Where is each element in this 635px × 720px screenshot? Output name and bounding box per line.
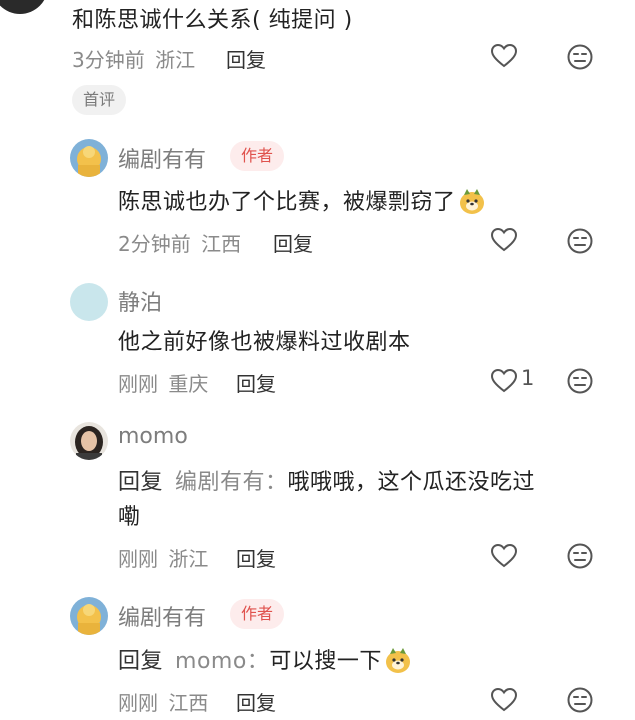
reply-button[interactable]: 回复 (236, 687, 276, 716)
author-name[interactable]: 静泊 (118, 285, 162, 317)
neutral-face-icon[interactable] (567, 368, 593, 394)
location: 重庆 (168, 372, 209, 396)
location: 浙江 (168, 547, 209, 571)
comment-text: 他之前好像也被爆料过收剧本 (118, 330, 411, 355)
comment-text: 和陈思诚什么关系( 纯提问 ) (72, 8, 353, 33)
dog-emoji (384, 646, 412, 674)
heart-outline-icon[interactable] (491, 688, 517, 712)
author-name[interactable]: 编剧有有 (118, 600, 206, 632)
comment-time: 刚刚 浙江 (118, 543, 208, 572)
like-count: 1 (521, 366, 535, 390)
timestamp: 刚刚 (118, 547, 158, 571)
comment-time: 刚刚 江西 (118, 687, 208, 716)
neutral-face-icon[interactable] (567, 228, 593, 254)
location: 江西 (201, 232, 242, 256)
heart-outline-icon[interactable] (491, 228, 517, 252)
neutral-face-icon[interactable] (567, 543, 593, 569)
timestamp: 2分钟前 (118, 232, 191, 256)
comment-time: 刚刚 重庆 (118, 368, 208, 397)
heart-outline-icon[interactable] (491, 369, 517, 393)
comment-text: 回复 编剧有有：哦哦哦，这个瓜还没吃过 (118, 470, 536, 495)
reply-prefix: 回复 (118, 649, 164, 674)
heart-outline-icon[interactable] (491, 544, 517, 568)
reply-target[interactable]: 编剧有有 (175, 470, 265, 495)
comment-text-line2: 嘞 (118, 505, 141, 530)
avatar[interactable] (70, 597, 108, 635)
reply-button[interactable]: 回复 (226, 44, 266, 73)
reply-button[interactable]: 回复 (236, 368, 276, 397)
reply-button[interactable]: 回复 (273, 228, 313, 257)
timestamp: 刚刚 (118, 372, 158, 396)
avatar[interactable] (0, 0, 48, 14)
comment-time: 3分钟前 浙江 (72, 44, 195, 73)
avatar[interactable] (70, 422, 108, 460)
comment-text-line1: 哦哦哦，这个瓜还没吃过 (287, 470, 536, 495)
location: 江西 (168, 691, 209, 715)
author-name[interactable]: momo (118, 424, 188, 449)
neutral-face-icon[interactable] (567, 44, 593, 70)
author-badge: 作者 (230, 141, 285, 171)
avatar[interactable] (70, 283, 108, 321)
avatar[interactable] (70, 139, 108, 177)
first-comment-tag: 首评 (72, 85, 127, 115)
reply-button[interactable]: 回复 (236, 543, 276, 572)
dog-emoji (458, 187, 486, 215)
reply-prefix: 回复 (118, 470, 164, 495)
location: 浙江 (155, 48, 196, 72)
timestamp: 3分钟前 (72, 48, 145, 72)
reply-target[interactable]: momo (175, 649, 247, 674)
timestamp: 刚刚 (118, 691, 158, 715)
comment-text: 陈思诚也办了个比赛，被爆剽窃了 (118, 184, 486, 216)
author-badge: 作者 (230, 599, 285, 629)
neutral-face-icon[interactable] (567, 687, 593, 713)
author-name[interactable]: 编剧有有 (118, 142, 206, 174)
comment-text: 回复 momo：可以搜一下 (118, 643, 412, 675)
heart-outline-icon[interactable] (491, 44, 517, 68)
comment-time: 2分钟前 江西 (118, 228, 241, 257)
